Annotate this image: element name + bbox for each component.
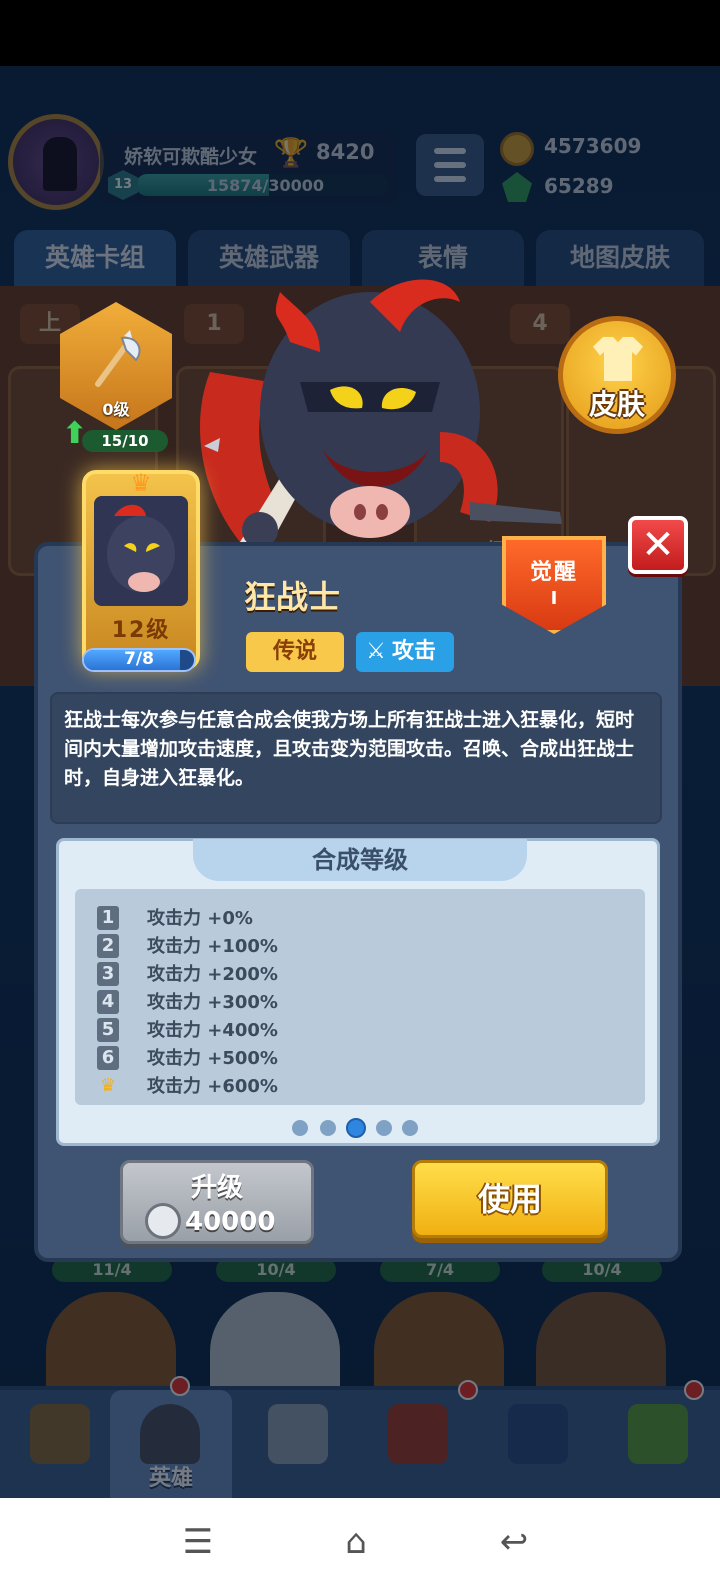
merge-row-text: 攻击力 +500% xyxy=(147,1048,278,1069)
merge-row-text: 攻击力 +100% xyxy=(147,936,278,957)
hero-card: ♛ 12级 xyxy=(82,470,200,670)
merge-level-title: 合成等级 xyxy=(193,839,527,881)
hero-name: 狂战士 xyxy=(244,578,341,616)
tab-hero-deck[interactable]: 英雄卡组 xyxy=(14,230,176,286)
collection-card[interactable] xyxy=(210,1292,340,1392)
skin-button[interactable]: 皮肤 xyxy=(558,316,676,434)
notification-dot xyxy=(458,1380,478,1400)
sprout-icon xyxy=(628,1404,688,1464)
upgrade-label: 升级 xyxy=(190,1173,243,1203)
game-screen: 娇软可欺酷少女 🏆 8420 13 15874/30000 4573609 65… xyxy=(0,66,720,1498)
use-button[interactable]: 使用 xyxy=(412,1160,608,1238)
merge-row-text: 攻击力 +0% xyxy=(147,908,253,929)
crossed-swords-icon xyxy=(268,1404,328,1464)
collection-card[interactable] xyxy=(46,1292,176,1392)
collection-card[interactable] xyxy=(536,1292,666,1392)
menu-line xyxy=(434,176,466,182)
gem-icon xyxy=(502,172,532,202)
role-tag: ⚔ 攻击 xyxy=(356,632,454,672)
page-dot-active[interactable] xyxy=(346,1118,366,1138)
hero-portrait xyxy=(94,496,188,606)
merge-level-list: 1 攻击力 +0% 2 攻击力 +100% 3 攻击力 +200% 4 攻击力 +300… xyxy=(75,889,645,1105)
close-button[interactable]: ✕ xyxy=(628,516,688,574)
page-dot[interactable] xyxy=(402,1120,418,1136)
rank-1-icon: 1 xyxy=(97,906,119,930)
gem-count: 65289 xyxy=(544,174,614,198)
xp-text: 15874/30000 xyxy=(206,176,324,195)
rank-crown-icon: ♛ xyxy=(99,1075,117,1096)
merge-row-text: 攻击力 +200% xyxy=(147,964,278,985)
bottom-nav: 英雄 xyxy=(0,1376,720,1498)
merge-row-text: 攻击力 +300% xyxy=(147,992,278,1013)
role-label: 攻击 xyxy=(392,639,437,664)
rank-3-icon: 3 xyxy=(97,962,119,986)
collection-row: 11/4 10/4 7/4 10/4 xyxy=(0,1258,720,1392)
player-name: 娇软可欺酷少女 xyxy=(124,146,258,168)
nav-social[interactable] xyxy=(478,1390,600,1498)
home-icon[interactable]: ⌂ xyxy=(336,1522,376,1562)
upgrade-arrow-icon: ⬆ xyxy=(62,416,88,451)
silver-coin-icon xyxy=(145,1203,181,1239)
hero-card-level: 12级 xyxy=(111,618,171,643)
player-avatar[interactable] xyxy=(8,114,104,210)
chest-icon xyxy=(30,1404,90,1464)
system-nav-bar: ☰ ⌂ ↩ xyxy=(0,1498,720,1584)
notification-dot xyxy=(170,1376,190,1396)
page-dot[interactable] xyxy=(320,1120,336,1136)
upgrade-button[interactable]: 升级 40000 xyxy=(120,1160,314,1244)
hero-description: 狂战士每次参与任意合成会使我方场上所有狂战士进入狂暴化，短时间内大量增加攻击速度… xyxy=(64,709,635,789)
merge-row-text: 攻击力 +400% xyxy=(147,1020,278,1041)
axe-icon xyxy=(95,330,141,387)
nav-heroes[interactable]: 英雄 xyxy=(110,1390,232,1498)
nav-clan[interactable] xyxy=(358,1390,480,1498)
rank-5-icon: 5 xyxy=(97,1018,119,1042)
use-label: 使用 xyxy=(477,1180,542,1218)
rank-2-icon: 2 xyxy=(97,934,119,958)
notification-dot xyxy=(684,1380,704,1400)
trophy-count: 8420 xyxy=(316,140,375,164)
nav-shop[interactable] xyxy=(0,1390,122,1498)
crown-icon: ♛ xyxy=(130,469,152,497)
nav-heroes-label: 英雄 xyxy=(148,1466,193,1491)
coin-icon xyxy=(500,132,534,166)
nav-garden[interactable] xyxy=(598,1390,720,1498)
skin-label: 皮肤 xyxy=(588,388,645,421)
rank-6-icon: 6 xyxy=(97,1046,119,1070)
nav-battle[interactable] xyxy=(238,1390,360,1498)
shirt-icon xyxy=(593,337,643,381)
coin-count: 4573609 xyxy=(544,134,642,158)
avatar-figure xyxy=(43,137,77,191)
sword-icon: ⚔ xyxy=(366,639,386,664)
merge-level-panel[interactable]: 合成等级 1 攻击力 +0% 2 攻击力 +100% 3 攻击力 +200% 4 攻击力… xyxy=(56,838,660,1146)
clan-icon xyxy=(508,1404,568,1464)
hero-card-progress-text: 7/8 xyxy=(124,649,154,669)
rarity-tag: 传说 xyxy=(246,632,344,672)
helmet-icon xyxy=(140,1404,200,1464)
menu-line xyxy=(434,148,466,154)
trophy-icon: 🏆 xyxy=(273,136,309,169)
collection-card[interactable] xyxy=(374,1292,504,1392)
awaken-label: 觉醒 xyxy=(529,560,578,585)
castle-icon xyxy=(388,1404,448,1464)
page-dot[interactable] xyxy=(376,1120,392,1136)
weapon-progress: 15/10 xyxy=(82,430,168,452)
menu-icon[interactable]: ☰ xyxy=(178,1522,218,1562)
awaken-level: I xyxy=(550,588,558,609)
menu-line xyxy=(434,162,466,168)
status-bar xyxy=(0,0,720,66)
menu-button[interactable] xyxy=(416,134,484,196)
merge-row-text: 攻击力 +600% xyxy=(147,1076,278,1097)
description-box: 狂战士每次参与任意合成会使我方场上所有狂战士进入狂暴化，短时间内大量增加攻击速度… xyxy=(50,692,662,824)
upgrade-cost: 40000 xyxy=(185,1207,276,1237)
close-icon: ✕ xyxy=(641,522,675,568)
rank-4-icon: 4 xyxy=(97,990,119,1014)
back-icon[interactable]: ↩ xyxy=(494,1522,534,1562)
page-dot[interactable] xyxy=(292,1120,308,1136)
